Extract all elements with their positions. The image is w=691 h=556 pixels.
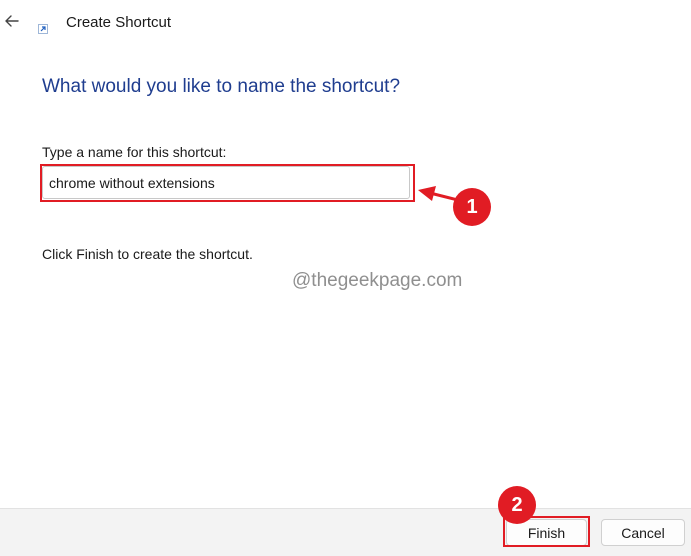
footer-bar xyxy=(0,508,691,556)
watermark: @thegeekpage.com xyxy=(292,270,463,291)
cancel-button[interactable]: Cancel xyxy=(601,519,685,546)
step-badge-2: 2 xyxy=(498,486,536,524)
shortcut-name-label: Type a name for this shortcut: xyxy=(42,144,227,160)
finish-instruction: Click Finish to create the shortcut. xyxy=(42,246,253,262)
page-heading: What would you like to name the shortcut… xyxy=(42,76,401,97)
title-bar: Create Shortcut xyxy=(0,0,691,48)
annotation-arrow-icon xyxy=(418,186,458,202)
back-button[interactable] xyxy=(2,10,24,32)
back-arrow-icon xyxy=(5,15,19,27)
shortcut-name-input[interactable] xyxy=(42,166,410,199)
shortcut-icon xyxy=(38,24,48,34)
window-title: Create Shortcut xyxy=(66,14,172,31)
step-badge-1: 1 xyxy=(453,188,491,226)
